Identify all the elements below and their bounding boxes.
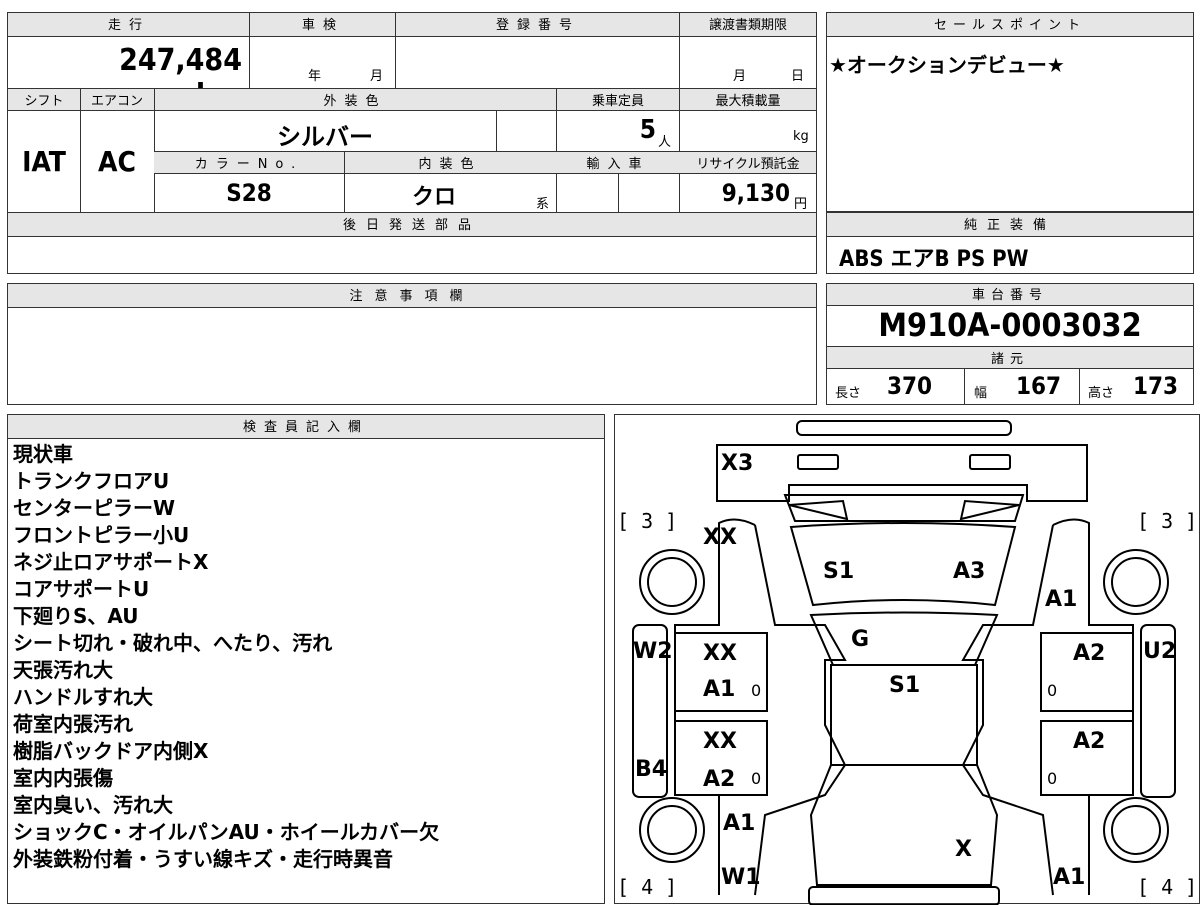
height-label: 高さ <box>1088 386 1115 401</box>
max-load-unit: kg <box>793 129 809 144</box>
inspection-year-unit: 年 <box>308 69 322 84</box>
label-A1-right-top: A1 <box>1045 587 1078 612</box>
genuine-equipment-value: ABS エアB PS PW <box>839 247 1029 272</box>
capacity-value: 5 <box>639 115 656 145</box>
label-W1: W1 <box>721 865 761 890</box>
aircon-label: エアコン <box>90 94 143 109</box>
width-label: 幅 <box>974 386 988 401</box>
note-line: 外装鉄粉付着・うすい線キズ・走行時異音 <box>13 847 393 871</box>
label-X-bottom: X <box>955 837 972 862</box>
note-line: 現状車 <box>13 442 73 466</box>
recycle-fee-unit: 円 <box>794 197 808 212</box>
label-W2: W2 <box>633 639 673 664</box>
genuine-equipment-box: 純正装備 ABS エアB PS PW <box>826 212 1194 274</box>
label-U2: U2 <box>1143 639 1177 664</box>
label-A1-right-bottom: A1 <box>1053 865 1086 890</box>
transfer-day-unit: 日 <box>791 69 805 84</box>
max-load-label: 最大積載量 <box>715 94 781 109</box>
label-A2-right1: A2 <box>1073 641 1106 666</box>
note-line: 室内内張傷 <box>13 766 113 790</box>
capacity-unit: 人 <box>658 135 672 150</box>
label-zero-r2: 0 <box>1047 769 1058 788</box>
label-X3: X3 <box>721 451 754 476</box>
interior-color-suffix: 系 <box>536 197 550 212</box>
tire-tread-tr: [ 3 ] <box>1137 509 1198 533</box>
aircon-value: AC <box>98 145 136 178</box>
recycle-fee-label: リサイクル預託金 <box>696 157 800 172</box>
inspection-month-unit: 月 <box>370 69 384 84</box>
exterior-color-label: 外装色 <box>323 94 387 109</box>
interior-color-value: クロ <box>411 185 456 210</box>
chassis-box: 車台番号 M910A-0003032 諸元 長さ 370 幅 167 高さ 17… <box>826 283 1194 405</box>
chassis-number-value: M910A-0003032 <box>878 306 1142 344</box>
note-line: ショックC・オイルパンAU・ホイールカバー欠 <box>13 820 440 844</box>
chassis-number-label: 車台番号 <box>971 288 1048 303</box>
label-G: G <box>851 627 870 652</box>
shift-value: IAT <box>22 145 66 178</box>
tire-tread-bl: [ 4 ] <box>617 875 678 899</box>
sales-point-label: セールスポイント <box>933 18 1086 33</box>
mileage-label: 走行 <box>107 18 150 33</box>
later-parts-label: 後日発送部品 <box>342 218 481 233</box>
label-zero-l1: 0 <box>751 681 762 700</box>
note-line: 室内臭い、汚れ大 <box>13 793 173 817</box>
shift-label: シフト <box>24 94 64 109</box>
height-value: 173 <box>1133 372 1179 400</box>
label-A1-left1: A1 <box>703 677 736 702</box>
note-line: フロントピラー小U <box>13 523 190 547</box>
label-A1-left-bottom: A1 <box>723 811 756 836</box>
registration-label: 登録番号 <box>495 18 580 33</box>
label-zero-r1: 0 <box>1047 681 1058 700</box>
caution-label: 注意事項欄 <box>349 289 475 304</box>
note-line: 樹脂バックドア内側X <box>13 739 209 763</box>
caution-box: 注意事項欄 <box>7 283 817 405</box>
transfer-deadline-label: 譲渡書類期限 <box>708 18 787 33</box>
tire-tread-br: [ 4 ] <box>1137 875 1198 899</box>
exterior-color-value: シルバー <box>277 123 373 151</box>
label-XX-left2: XX <box>703 729 737 754</box>
length-label: 長さ <box>835 386 862 401</box>
inspection-label: 車検 <box>301 18 344 33</box>
note-line: センターピラーW <box>13 496 176 520</box>
tire-tread-tl: [ 3 ] <box>617 509 678 533</box>
recycle-fee-value: 9,130 <box>721 179 790 207</box>
width-value: 167 <box>1016 372 1062 400</box>
length-value: 370 <box>887 372 933 400</box>
note-line: シート切れ・破れ中、へたり、汚れ <box>13 631 333 655</box>
label-A2-left2: A2 <box>703 767 736 792</box>
note-line: 天張汚れ大 <box>13 658 113 682</box>
label-XX-left1: XX <box>703 641 737 666</box>
car-damage-diagram: X3 XX S1 A3 A1 G W2 XX A1 0 S1 A2 0 U2 X… <box>614 414 1200 905</box>
genuine-equipment-label: 純正装備 <box>963 218 1056 233</box>
sales-point-box: セールスポイント ★オークションデビュー★ <box>826 12 1194 212</box>
vehicle-info-grid: 走行 車検 登録番号 譲渡書類期限 247,484 km 年 月 月 日 シフト… <box>7 12 817 274</box>
capacity-label: 乗車定員 <box>591 94 644 109</box>
note-line: 下廻りS、AU <box>13 604 139 628</box>
note-line: ネジ止ロアサポートX <box>13 550 209 574</box>
label-zero-l2: 0 <box>751 769 762 788</box>
label-A3: A3 <box>953 559 986 584</box>
color-no-label: カラーNo. <box>194 157 304 172</box>
label-XX-top: XX <box>703 525 737 550</box>
specs-label: 諸元 <box>990 352 1029 367</box>
color-no-value: S28 <box>226 179 272 207</box>
label-S1-center: S1 <box>889 673 921 698</box>
label-S1-roof: S1 <box>823 559 855 584</box>
note-line: ハンドルすれ大 <box>13 685 153 709</box>
sales-point-text: ★オークションデビュー★ <box>829 53 1065 77</box>
inspector-label: 検査員記入欄 <box>242 420 369 435</box>
label-A2-right2: A2 <box>1073 729 1106 754</box>
transfer-month-unit: 月 <box>733 69 747 84</box>
interior-color-label: 内装色 <box>418 157 482 172</box>
note-line: 荷室内張汚れ <box>13 712 133 736</box>
label-B4: B4 <box>635 757 668 782</box>
note-line: コアサポートU <box>13 577 150 601</box>
note-line: トランクフロアU <box>13 469 170 493</box>
import-label: 輸入車 <box>586 157 650 172</box>
